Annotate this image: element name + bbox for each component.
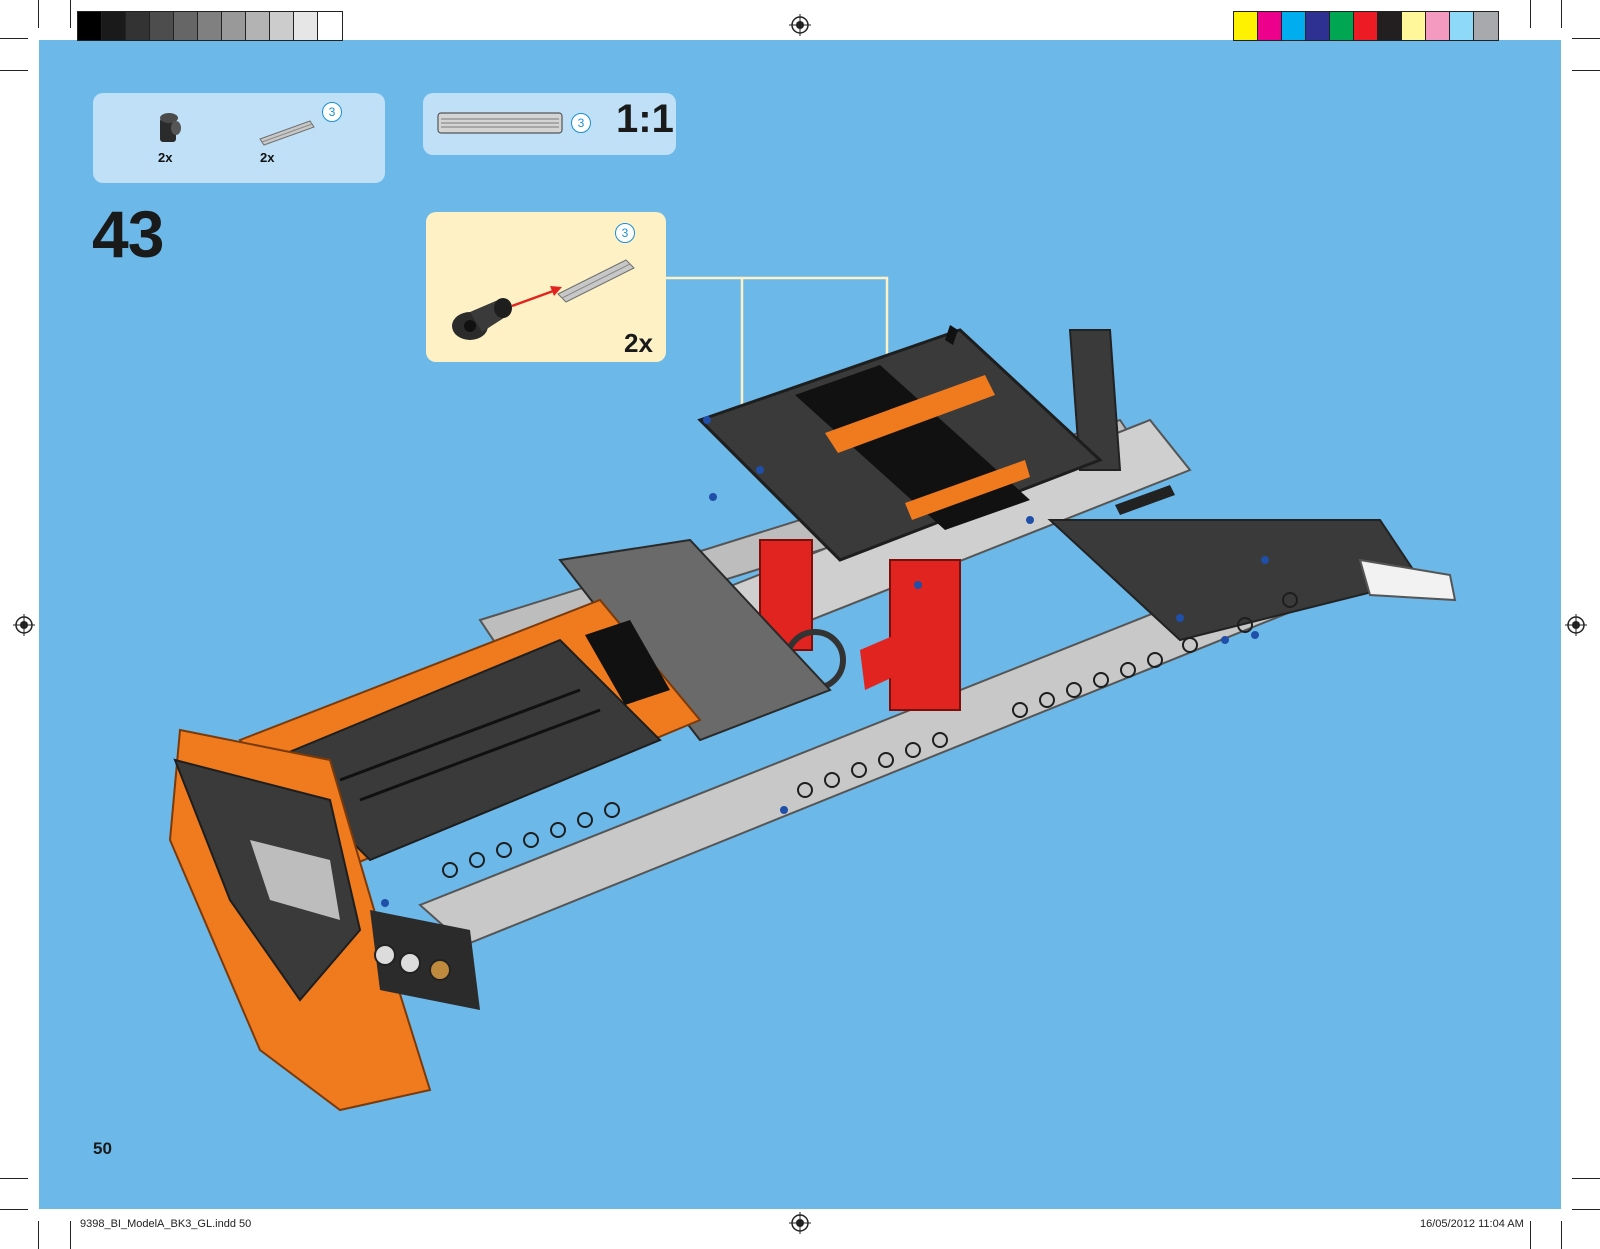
file-slug: 9398_BI_ModelA_BK3_GL.indd 50 bbox=[80, 1218, 252, 1230]
date-slug: 16/05/2012 11:04 AM bbox=[1420, 1218, 1524, 1230]
page-number: 50 bbox=[93, 1139, 112, 1158]
chassis-model-illustration bbox=[168, 325, 1457, 1112]
